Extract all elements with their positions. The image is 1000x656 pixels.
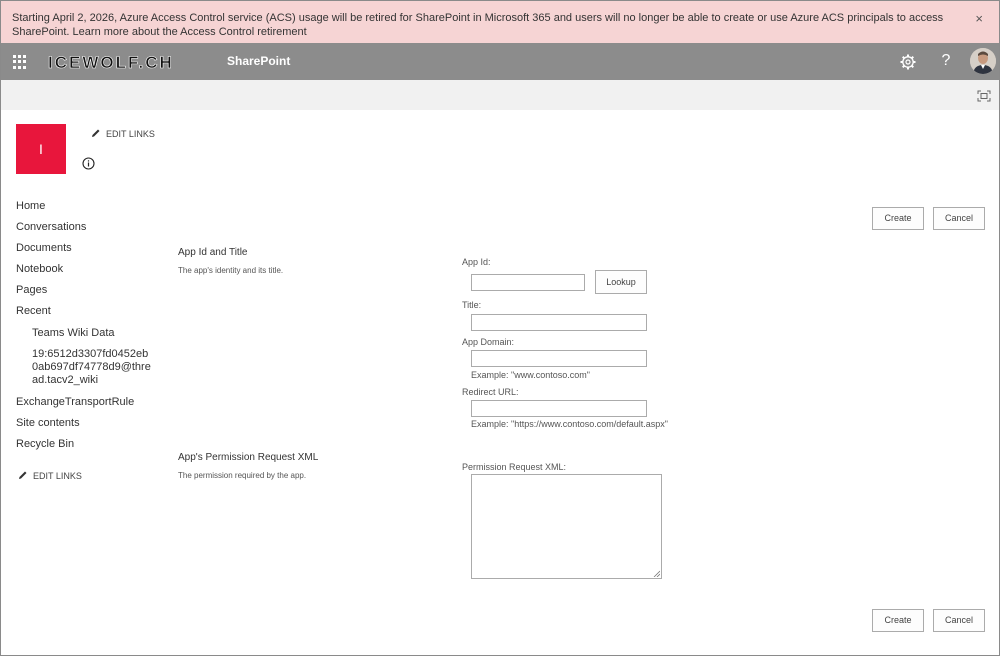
redirect-url-input[interactable]: [471, 400, 647, 417]
edit-links-top[interactable]: EDIT LINKS: [91, 128, 155, 139]
title-input[interactable]: [471, 314, 647, 331]
pencil-icon: [19, 471, 27, 479]
edit-links-label: EDIT LINKS: [106, 129, 155, 139]
ribbon-bar: [1, 80, 999, 110]
info-icon[interactable]: [82, 157, 95, 170]
gear-icon[interactable]: [898, 52, 918, 72]
permission-xml-textarea[interactable]: [471, 474, 662, 579]
app-title[interactable]: SharePoint: [227, 54, 290, 68]
cancel-button-top[interactable]: Cancel: [933, 207, 985, 230]
nav-item-pages[interactable]: Pages: [16, 284, 47, 296]
app-id-input[interactable]: [471, 274, 585, 291]
create-button-top[interactable]: Create: [872, 207, 924, 230]
app-id-label: App Id:: [462, 257, 491, 267]
section-app-id-title: App Id and Title: [178, 247, 248, 258]
nav-item-notebook[interactable]: Notebook: [16, 263, 63, 275]
nav-item-recent[interactable]: Recent: [16, 305, 51, 317]
nav-recent-wiki-line-3[interactable]: ad.tacv2_wiki: [32, 374, 98, 387]
nav-recent-wiki-line-1[interactable]: 19:6512d3307fd0452eb: [32, 348, 148, 361]
help-icon[interactable]: ?: [936, 52, 956, 70]
banner-learn-more-link[interactable]: Learn more about the Access Control reti…: [73, 26, 307, 38]
nav-item-recycle-bin[interactable]: Recycle Bin: [16, 438, 74, 450]
pencil-icon: [92, 129, 100, 137]
site-logo-tile[interactable]: I: [16, 124, 66, 174]
cancel-button-bottom[interactable]: Cancel: [933, 609, 985, 632]
app-domain-label: App Domain:: [462, 337, 515, 347]
edit-links-nav[interactable]: EDIT LINKS: [18, 470, 82, 481]
focus-mode-icon[interactable]: [977, 90, 991, 102]
nav-item-exchangetransportrule[interactable]: ExchangeTransportRule: [16, 396, 134, 408]
avatar[interactable]: [970, 48, 996, 74]
title-label: Title:: [462, 300, 482, 310]
app-domain-input[interactable]: [471, 350, 647, 367]
section-app-id-description: The app's identity and its title.: [178, 266, 284, 275]
banner-close-icon[interactable]: ×: [975, 12, 983, 26]
section-permission-xml-title: App's Permission Request XML: [178, 452, 319, 463]
waffle-icon[interactable]: [13, 55, 27, 69]
retirement-banner: Starting April 2, 2026, Azure Access Con…: [1, 1, 999, 43]
app-domain-hint: Example: "www.contoso.com": [471, 370, 590, 380]
icewolf-logo[interactable]: ICEWOLF.CH: [46, 52, 202, 72]
redirect-url-label: Redirect URL:: [462, 387, 519, 397]
nav-item-home[interactable]: Home: [16, 200, 45, 212]
redirect-url-hint: Example: "https://www.contoso.com/defaul…: [471, 419, 668, 429]
nav-item-site-contents[interactable]: Site contents: [16, 417, 80, 429]
permission-xml-label: Permission Request XML:: [462, 462, 567, 472]
edit-links-label: EDIT LINKS: [33, 471, 82, 481]
brand-wordmark: ICEWOLF.CH: [48, 53, 174, 72]
nav-recent-teams-wiki-data[interactable]: Teams Wiki Data: [32, 327, 115, 340]
lookup-button[interactable]: Lookup: [595, 270, 647, 294]
nav-item-documents[interactable]: Documents: [16, 242, 72, 254]
nav-recent-wiki-line-2[interactable]: 0ab697df74778d9@thre: [32, 361, 151, 374]
resize-handle-icon[interactable]: [653, 570, 660, 577]
nav-item-conversations[interactable]: Conversations: [16, 221, 86, 233]
suite-bar: ICEWOLF.CH SharePoint ?: [1, 43, 999, 80]
create-button-bottom[interactable]: Create: [872, 609, 924, 632]
section-permission-xml-description: The permission required by the app.: [178, 471, 307, 480]
